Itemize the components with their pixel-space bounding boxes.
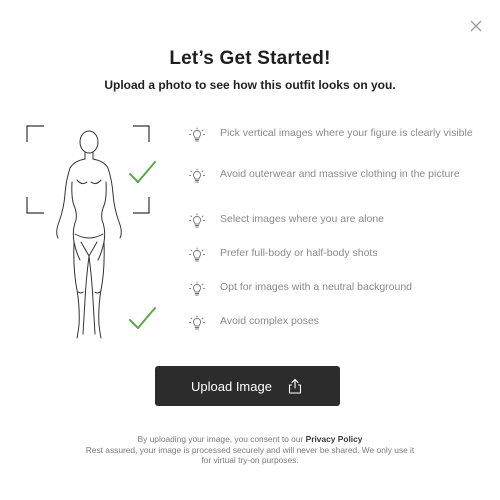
- lightbulb-icon: [188, 281, 206, 299]
- tip-item: Avoid complex poses: [188, 315, 488, 333]
- page-subtitle: Upload a photo to see how this outfit lo…: [104, 78, 396, 92]
- tip-item: Opt for images with a neutral background: [188, 281, 488, 299]
- tip-item: Avoid outerwear and massive clothing in …: [188, 168, 488, 186]
- lightbulb-icon: [188, 247, 206, 265]
- tip-text: Prefer full-body or half-body shots: [220, 247, 378, 259]
- tip-item: Pick vertical images where your figure i…: [188, 127, 488, 145]
- page-title: Let’s Get Started!: [169, 48, 331, 69]
- tip-text: Avoid complex poses: [220, 315, 320, 327]
- consent-line-1: By uploading your image, you consent to …: [40, 434, 460, 445]
- upload-button-label: Upload Image: [191, 378, 272, 394]
- close-icon[interactable]: [468, 18, 484, 34]
- upload-image-button[interactable]: Upload Image: [155, 366, 340, 406]
- checkmark-icon: [129, 161, 156, 329]
- figure-illustration: [25, 120, 170, 345]
- lightbulb-icon: [188, 168, 206, 186]
- consent-prefix: By uploading your image, you consent to …: [137, 434, 304, 444]
- close-button[interactable]: [468, 18, 484, 34]
- tip-item: Select images where you are alone: [188, 213, 488, 231]
- lightbulb-icon: [188, 315, 206, 333]
- consent-line-2: Rest assured, your image is processed se…: [85, 444, 415, 455]
- lightbulb-icon: [188, 127, 206, 145]
- tip-text: Pick vertical images where your figure i…: [220, 127, 473, 139]
- consent-notice: By uploading your image, you consent to …: [40, 434, 460, 466]
- upload-icon: [286, 377, 304, 395]
- privacy-policy-link[interactable]: Privacy Policy: [306, 434, 363, 444]
- tip-text: Avoid outerwear and massive clothing in …: [220, 168, 460, 180]
- tip-item: Prefer full-body or half-body shots: [188, 247, 488, 265]
- tip-text: Opt for images with a neutral background: [220, 281, 413, 293]
- consent-line-3: for virtual try-on purposes.: [201, 455, 299, 465]
- tip-text: Select images where you are alone: [220, 213, 385, 225]
- lightbulb-icon: [188, 213, 206, 231]
